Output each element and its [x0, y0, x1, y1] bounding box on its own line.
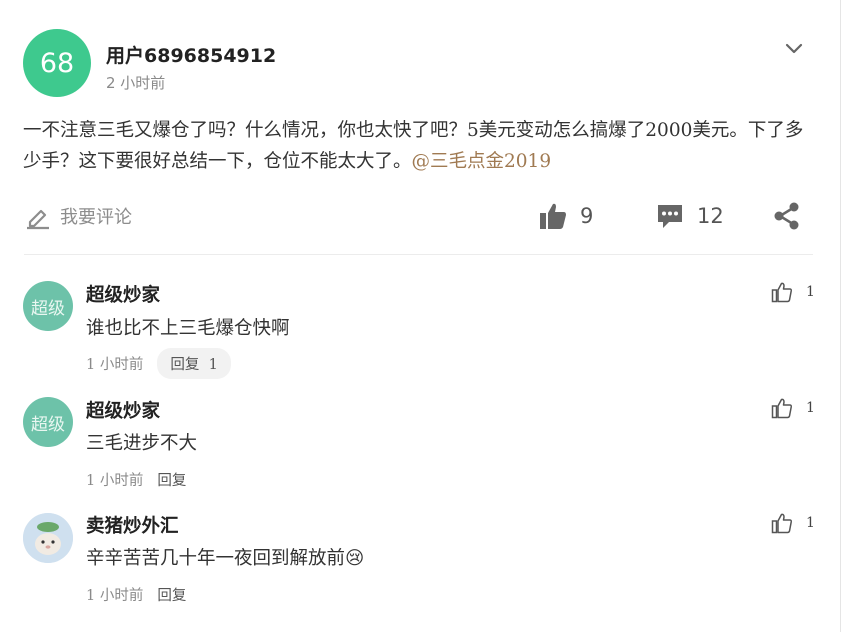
comment-like-button[interactable]: 1	[771, 512, 815, 534]
post-content: 一不注意三毛又爆仓了吗？什么情况，你也太快了吧？5美元变动怎么搞爆了2000美元…	[23, 115, 818, 177]
avatar[interactable]: 68	[23, 29, 91, 97]
comment-text: 三毛进步不大	[86, 433, 198, 454]
comment-like-button[interactable]: 1	[771, 397, 815, 419]
reply-button[interactable]: 回复	[157, 584, 186, 605]
hamster-avatar-icon	[23, 513, 73, 563]
comment-like-count: 1	[806, 284, 815, 300]
avatar-text: 超级	[31, 298, 65, 319]
avatar-text: 超级	[31, 414, 65, 435]
mention-link[interactable]: @三毛点金2019	[412, 151, 552, 172]
avatar-text: 68	[39, 47, 75, 79]
comment-timestamp: 1 小时前	[86, 588, 144, 604]
comment-avatar[interactable]: 超级	[23, 281, 73, 331]
thumbs-up-outline-icon	[771, 282, 792, 303]
share-icon	[774, 202, 799, 230]
comment-like-button[interactable]: 1	[771, 281, 815, 303]
comment-text: 谁也比不上三毛爆仓快啊	[86, 318, 290, 339]
comment-text: 辛辛苦苦几十年一夜回到解放前😢	[86, 548, 365, 569]
share-button[interactable]	[772, 201, 802, 231]
thumbs-up-icon	[540, 203, 566, 229]
chevron-down-icon[interactable]	[783, 38, 805, 60]
like-count: 9	[580, 204, 594, 228]
thumbs-up-outline-icon	[771, 513, 792, 534]
comment-entry-label: 我要评论	[60, 207, 132, 228]
post-timestamp: 2 小时前	[106, 74, 166, 92]
reply-count: 1	[208, 357, 218, 373]
comment-meta: 1 小时前 回复	[86, 584, 186, 605]
comment-like-count: 1	[806, 515, 815, 531]
divider	[24, 254, 813, 255]
comment-entry-button[interactable]: 我要评论	[24, 202, 132, 230]
comment-username[interactable]: 卖猪炒外汇	[86, 512, 179, 538]
like-button[interactable]: 9	[538, 201, 593, 231]
comment-button[interactable]: 12	[655, 201, 724, 231]
post-username[interactable]: 用户6896854912	[106, 41, 276, 68]
comment-avatar[interactable]	[23, 513, 73, 563]
comment-username[interactable]: 超级炒家	[86, 397, 160, 423]
comment-username[interactable]: 超级炒家	[86, 281, 160, 307]
reply-button[interactable]: 回复 1	[157, 348, 231, 379]
comment-icon	[658, 205, 682, 228]
reply-button[interactable]: 回复	[157, 469, 186, 490]
comment-timestamp: 1 小时前	[86, 357, 144, 373]
comment-timestamp: 1 小时前	[86, 473, 144, 489]
edit-icon	[27, 209, 49, 230]
comment-meta: 1 小时前 回复	[86, 469, 186, 490]
comment-count: 12	[697, 204, 724, 228]
comment-meta: 1 小时前 回复 1	[86, 348, 231, 379]
thumbs-up-outline-icon	[771, 398, 792, 419]
comment-like-count: 1	[806, 400, 815, 416]
reply-label: 回复	[170, 357, 200, 373]
comment-avatar[interactable]: 超级	[23, 397, 73, 447]
